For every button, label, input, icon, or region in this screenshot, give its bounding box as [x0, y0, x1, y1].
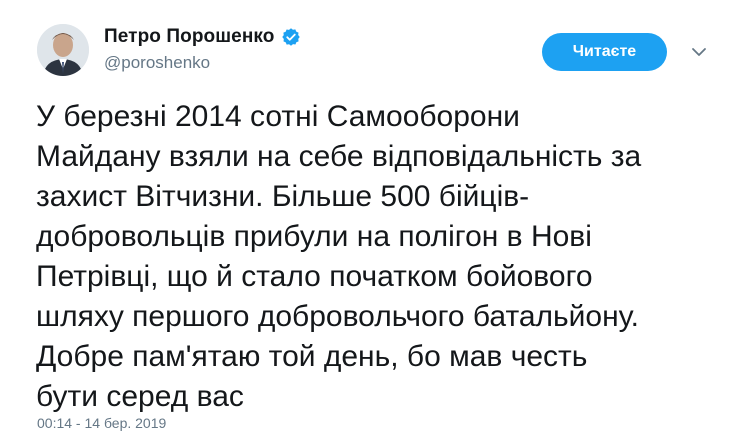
tweet-text-line: У березні 2014 сотні Самооборони — [36, 100, 520, 133]
following-button[interactable]: Читаєте — [542, 33, 667, 71]
avatar[interactable] — [37, 24, 89, 76]
tweet-timestamp[interactable]: 00:14 - 14 бер. 2019 — [37, 415, 166, 431]
name-row: Петро Порошенко — [104, 26, 301, 48]
verified-badge-icon — [281, 27, 301, 47]
tweet-text-line: захист Вітчизни. Більше 500 бійців- — [36, 180, 530, 213]
tweet-text-line: добровольців прибули на полігон в Нові — [36, 220, 592, 253]
display-name[interactable]: Петро Порошенко — [104, 26, 275, 48]
profile-photo-icon — [37, 24, 89, 76]
tweet-text-line: Петрівці, що й стало початком бойового — [36, 260, 593, 293]
tweet-text-line: шляху першого добровольчого батальйону. — [36, 300, 640, 333]
tweet-text: У березні 2014 сотні Самооборони Майдану… — [36, 97, 726, 417]
tweet-text-line: бути серед вас — [36, 380, 244, 413]
tweet-text-line: Майдану взяли на себе відповідальність з… — [36, 140, 642, 173]
tweet-text-line: Добре пам'ятаю той день, бо мав честь — [36, 340, 588, 373]
tweet-header: Петро Порошенко @poroshenko Читаєте — [0, 0, 740, 90]
user-handle[interactable]: @poroshenko — [104, 53, 210, 73]
chevron-down-icon[interactable] — [690, 43, 708, 61]
